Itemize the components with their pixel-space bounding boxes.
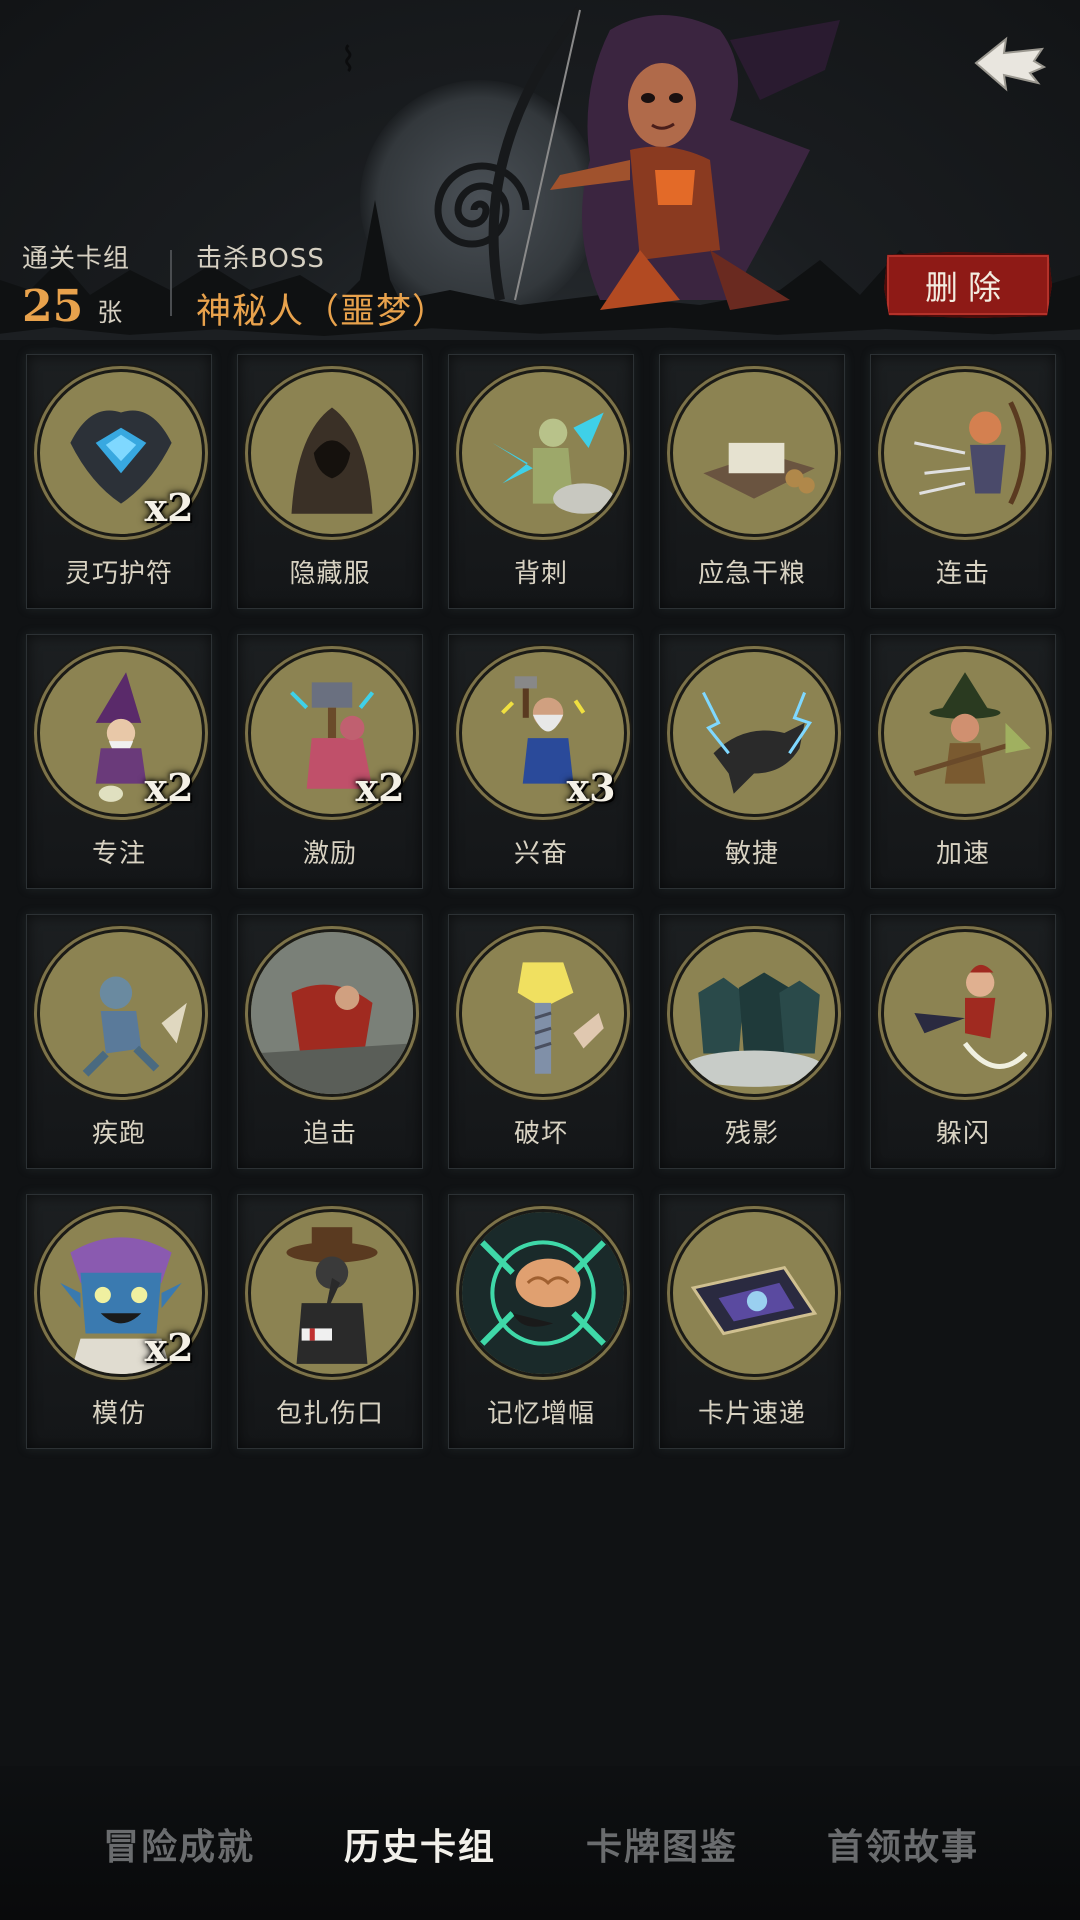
card-item[interactable]: x2 激励 [237, 634, 423, 889]
running-goblin-icon [37, 929, 205, 1097]
card-art [492, 412, 614, 514]
card-name: 应急干粮 [697, 559, 806, 589]
card-item[interactable]: x2 模仿 [26, 1194, 212, 1449]
card-art [291, 407, 373, 514]
card-art [702, 691, 813, 794]
card-name: 敏捷 [724, 839, 779, 869]
card-item[interactable]: 连击 [870, 354, 1056, 609]
broken-bolt-icon [459, 929, 627, 1097]
card-art [914, 401, 1026, 505]
tab-boss-stories[interactable]: 首领故事 [803, 1818, 1003, 1878]
card-grid: x2 灵巧护符 隐藏服 背刺 应急干粮 连击 x2 专注 x2 激励 x3 兴奋 敏捷 加速疾跑 追击 破坏 残… [26, 354, 1056, 1449]
card-item[interactable]: 破坏 [448, 914, 634, 1169]
card-item[interactable]: 卡片速递 [659, 1194, 845, 1449]
card-icon [670, 1209, 838, 1377]
card-count-badge: x2 [144, 765, 194, 810]
card-item[interactable]: 应急干粮 [659, 354, 845, 609]
card-art [683, 972, 825, 1087]
card-name: 连击 [935, 559, 990, 589]
bat-icon: ⌇ [340, 40, 357, 80]
boss-label: 击杀BOSS [196, 244, 325, 274]
card-name: 疾跑 [91, 1119, 146, 1149]
brain-icon [459, 1209, 627, 1377]
card-item[interactable]: 疾跑 [26, 914, 212, 1169]
red-cloak-icon [248, 929, 416, 1097]
deck-unit: 张 [97, 298, 123, 327]
card-name: 兴奋 [513, 839, 568, 869]
boss-name: 神秘人（噩梦） [196, 292, 449, 332]
card-name: 破坏 [513, 1119, 568, 1149]
delete-label: 删除 [925, 268, 1011, 307]
hooded-cloak-icon [248, 369, 416, 537]
card-item[interactable]: x2 灵巧护符 [26, 354, 212, 609]
card-name: 追击 [302, 1119, 357, 1149]
tab-card-codex[interactable]: 卡牌图鉴 [562, 1818, 762, 1878]
tab-history-decks[interactable]: 历史卡组 [320, 1818, 520, 1878]
card-name: 激励 [302, 839, 357, 869]
card-item[interactable]: 加速 [870, 634, 1056, 889]
card-count-badge: x2 [144, 1325, 194, 1370]
delete-button[interactable]: 删除 [884, 252, 1052, 318]
card-art [82, 976, 187, 1077]
rations-icon [670, 369, 838, 537]
plague-doctor-icon [248, 1209, 416, 1377]
card-name: 背刺 [513, 559, 568, 589]
card-item[interactable]: 躲闪 [870, 914, 1056, 1169]
card-item[interactable]: 追击 [237, 914, 423, 1169]
hooded-archer-boss-art [488, 6, 840, 310]
card-item[interactable]: 背刺 [448, 354, 634, 609]
tab-bar: 冒险成就 历史卡组 卡牌图鉴 首领故事 [0, 1766, 1080, 1920]
card-name: 专注 [91, 839, 146, 869]
panther-icon [670, 649, 838, 817]
card-name: 包扎伤口 [275, 1399, 384, 1429]
header-divider [170, 250, 172, 316]
card-count-badge: x3 [566, 765, 616, 810]
back-arrow-icon [974, 36, 1047, 92]
card-item[interactable]: x2 专注 [26, 634, 212, 889]
card-name: 加速 [935, 839, 990, 869]
deck-count: 25 [22, 281, 84, 332]
card-name: 残影 [724, 1119, 779, 1149]
card-name: 卡片速递 [697, 1399, 806, 1429]
card-item[interactable]: 敏捷 [659, 634, 845, 889]
card-item[interactable]: x3 兴奋 [448, 634, 634, 889]
card-name: 模仿 [91, 1399, 146, 1429]
card-art [286, 1227, 378, 1364]
card-item[interactable]: 隐藏服 [237, 354, 423, 609]
card-art [703, 442, 815, 499]
deck-info: 通关卡组 25 张 [22, 238, 130, 332]
boss-info: 击杀BOSS 神秘人（噩梦） [196, 238, 448, 334]
card-name: 灵巧护符 [64, 559, 173, 589]
archer-icon [881, 369, 1049, 537]
deck-label: 通关卡组 [22, 244, 131, 274]
card-art [690, 1265, 818, 1336]
back-button[interactable] [970, 28, 1050, 98]
card-art [914, 964, 1028, 1069]
tab-adventure-achievements[interactable]: 冒险成就 [79, 1818, 279, 1878]
card-name: 隐藏服 [289, 559, 371, 589]
shadow-clones-icon [670, 929, 838, 1097]
card-art [462, 1212, 624, 1374]
witch-icon [881, 649, 1049, 817]
card-art [913, 672, 1031, 784]
dodge-icon [881, 929, 1049, 1097]
card-name: 记忆增幅 [486, 1399, 595, 1429]
card-count-badge: x2 [355, 765, 405, 810]
card-art [251, 932, 413, 1094]
card-count-badge: x2 [144, 485, 194, 530]
card-item[interactable]: 记忆增幅 [448, 1194, 634, 1449]
card-art [517, 962, 604, 1074]
backstab-icon [459, 369, 627, 537]
card-name: 躲闪 [935, 1119, 990, 1149]
card-item[interactable]: 包扎伤口 [237, 1194, 423, 1449]
card-item[interactable]: 残影 [659, 914, 845, 1169]
header-banner: ⌇ 通关卡组 25 张 击杀BOSS 神秘人（噩梦） 删除 [0, 0, 1080, 340]
